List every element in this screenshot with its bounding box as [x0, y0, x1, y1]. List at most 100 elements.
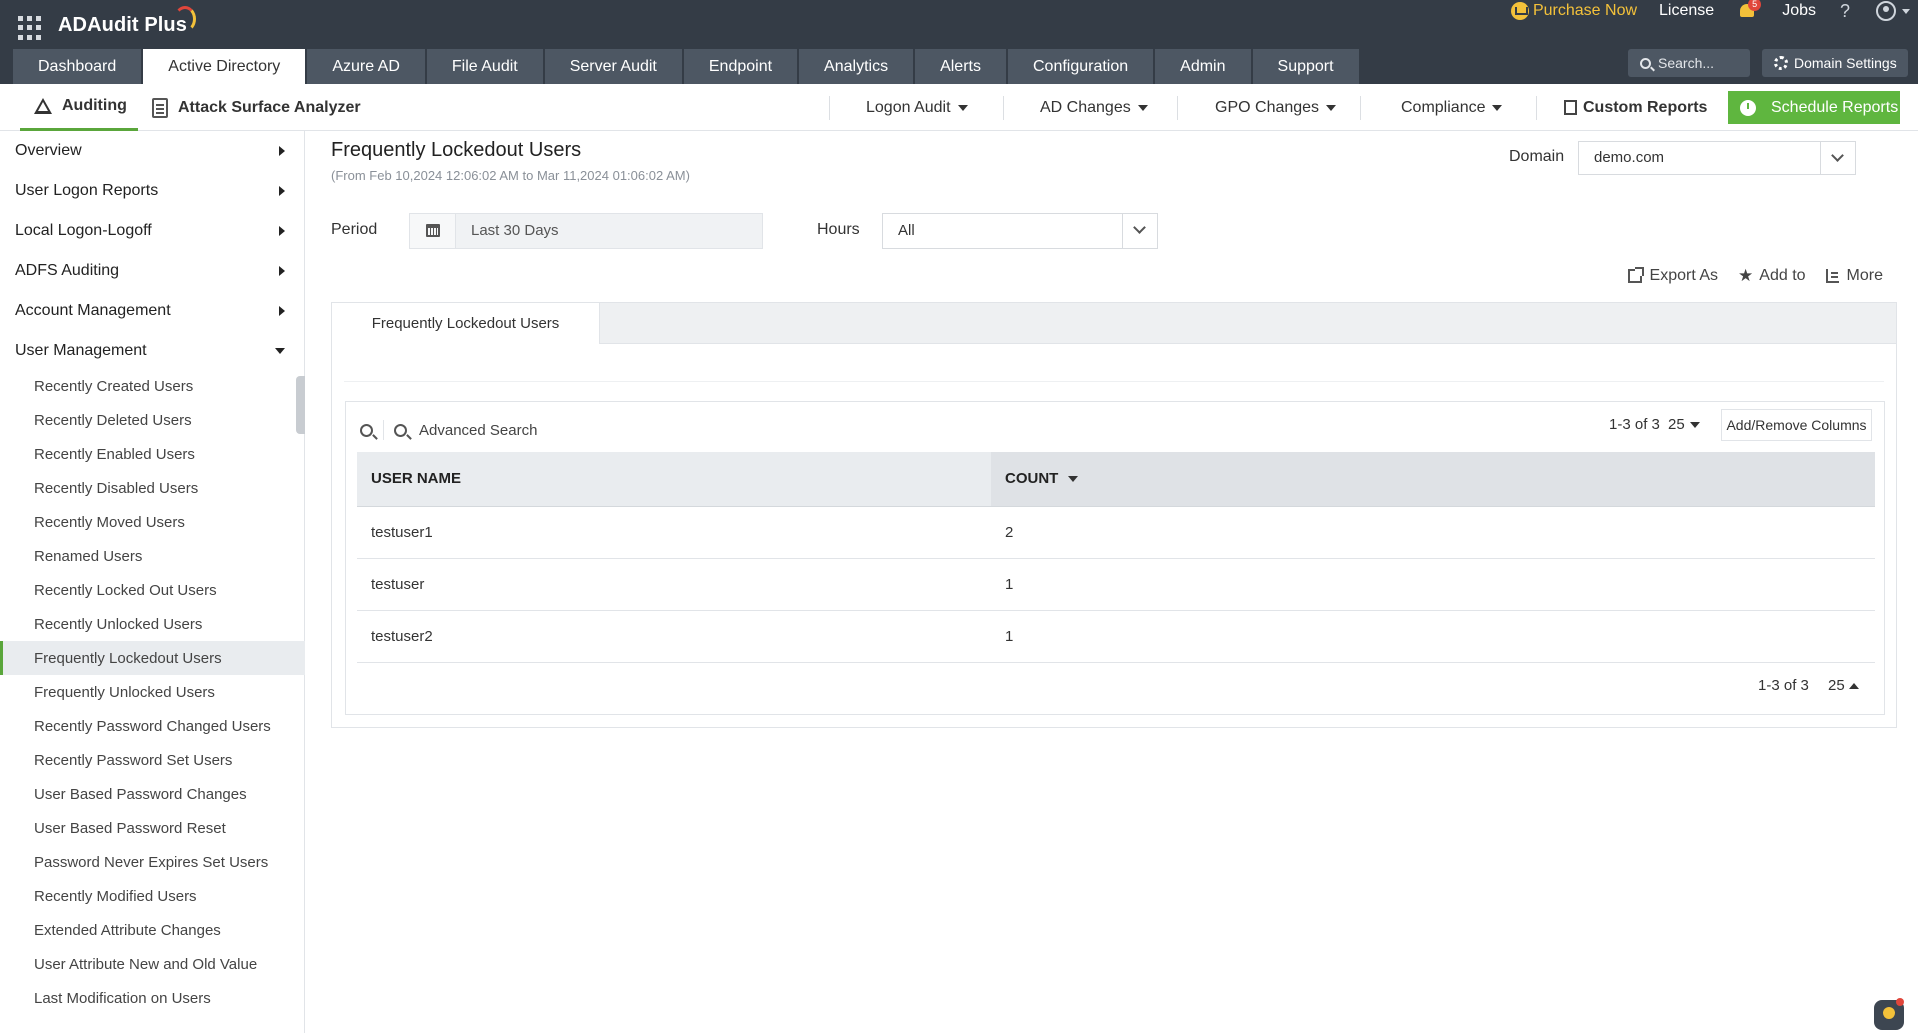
ad-changes-menu[interactable]: AD Changes	[1040, 84, 1148, 131]
custom-reports-button[interactable]: Custom Reports	[1564, 84, 1707, 131]
page-size-select-bottom[interactable]: 25	[1828, 677, 1859, 694]
notification-count-badge: 5	[1748, 0, 1762, 11]
app-logo: ADAudit Plus	[58, 14, 187, 36]
domain-select[interactable]: demo.com	[1578, 141, 1856, 175]
schedule-reports-button[interactable]: Schedule Reports	[1728, 91, 1900, 124]
help-icon[interactable]: ?	[1840, 1, 1850, 22]
sidebar-item-recently-password-changed-users[interactable]: Recently Password Changed Users	[0, 709, 305, 743]
tab-alerts[interactable]: Alerts	[915, 49, 1006, 84]
subnav-attack-surface-tab[interactable]: Attack Surface Analyzer	[152, 84, 361, 131]
tab-frequently-lockedout-users[interactable]: Frequently Lockedout Users	[332, 303, 600, 344]
top-header: ADAudit Plus Purchase Now License 5 Jobs…	[0, 0, 1918, 84]
sub-navigation: Auditing Attack Surface Analyzer Logon A…	[0, 84, 1918, 131]
sidebar-section-account-management[interactable]: Account Management	[0, 291, 305, 331]
tab-support[interactable]: Support	[1252, 49, 1359, 84]
period-picker[interactable]: Last 30 Days	[409, 213, 763, 249]
column-header-user-name[interactable]: USER NAME	[357, 452, 991, 507]
column-header-count[interactable]: COUNT	[991, 452, 1875, 507]
tab-file-audit[interactable]: File Audit	[426, 49, 543, 84]
gpo-changes-menu[interactable]: GPO Changes	[1215, 84, 1337, 131]
more-button[interactable]: More	[1825, 267, 1883, 285]
purchase-now-link[interactable]: Purchase Now	[1510, 2, 1637, 20]
cell-user-name: testuser1	[357, 506, 991, 559]
cell-count: 1	[991, 558, 1875, 611]
star-icon: ★	[1738, 266, 1754, 285]
custom-reports-label: Custom Reports	[1583, 98, 1708, 116]
sidebar-collapse-handle[interactable]	[296, 376, 305, 434]
license-link[interactable]: License	[1659, 2, 1714, 20]
sidebar-item-user-based-password-changes[interactable]: User Based Password Changes	[0, 777, 305, 811]
sidebar-item-password-never-expires-set-users[interactable]: Password Never Expires Set Users	[0, 845, 305, 879]
add-to-button[interactable]: ★ Add to	[1738, 266, 1806, 286]
tab-endpoint[interactable]: Endpoint	[683, 49, 798, 84]
chat-support-icon[interactable]	[1874, 998, 1904, 1030]
hours-select-value: All	[898, 222, 915, 239]
table-row[interactable]: testuser2 1	[357, 610, 1875, 663]
tab-admin[interactable]: Admin	[1155, 49, 1251, 84]
clock-icon	[1740, 99, 1756, 116]
sidebar-item-renamed-users[interactable]: Renamed Users	[0, 539, 305, 573]
sidebar-item-recently-created-users[interactable]: Recently Created Users	[0, 369, 305, 403]
tab-configuration[interactable]: Configuration	[1007, 49, 1154, 84]
sidebar-section-overview[interactable]: Overview	[0, 131, 305, 171]
hours-label: Hours	[817, 221, 860, 238]
chevron-down-icon[interactable]	[1122, 214, 1157, 248]
page-size-select[interactable]: 25	[1668, 416, 1700, 433]
advanced-search-icon[interactable]	[394, 423, 407, 437]
chevron-down-icon	[1492, 104, 1503, 111]
chevron-right-icon	[279, 266, 285, 276]
domain-settings-button[interactable]: Domain Settings	[1762, 49, 1908, 77]
app-launcher-icon[interactable]	[18, 16, 42, 40]
chevron-up-icon	[1848, 682, 1859, 689]
sidebar-item-recently-password-set-users[interactable]: Recently Password Set Users	[0, 743, 305, 777]
sidebar-section-user-logon-reports[interactable]: User Logon Reports	[0, 171, 305, 211]
calendar-icon[interactable]	[410, 214, 456, 248]
sidebar-section-adfs-auditing[interactable]: ADFS Auditing	[0, 251, 305, 291]
export-as-button[interactable]: Export As	[1627, 267, 1718, 285]
tab-dashboard[interactable]: Dashboard	[13, 49, 142, 84]
chevron-down-icon	[957, 104, 968, 111]
main-tabs: Dashboard Active Directory Azure AD File…	[13, 49, 1361, 84]
sidebar-item-user-attribute-new-and-old-value[interactable]: User Attribute New and Old Value	[0, 947, 305, 981]
add-to-label: Add to	[1759, 267, 1806, 284]
table-row[interactable]: testuser 1	[357, 558, 1875, 611]
divider	[344, 381, 1884, 382]
tab-active-directory[interactable]: Active Directory	[143, 49, 306, 84]
user-menu-chevron-icon[interactable]	[1902, 8, 1910, 14]
advanced-search-link[interactable]: Advanced Search	[419, 422, 537, 439]
sidebar-item-frequently-lockedout-users[interactable]: Frequently Lockedout Users	[0, 641, 305, 675]
sidebar-item-recently-locked-out-users[interactable]: Recently Locked Out Users	[0, 573, 305, 607]
notifications-bell-icon[interactable]: 5	[1738, 0, 1762, 20]
tab-server-audit[interactable]: Server Audit	[544, 49, 682, 84]
sidebar-item-recently-disabled-users[interactable]: Recently Disabled Users	[0, 471, 305, 505]
subnav-auditing-tab[interactable]: Auditing	[20, 84, 138, 131]
sidebar-item-recently-deleted-users[interactable]: Recently Deleted Users	[0, 403, 305, 437]
add-remove-columns-button[interactable]: Add/Remove Columns	[1721, 409, 1872, 441]
tab-azure-ad[interactable]: Azure AD	[307, 49, 425, 84]
page-size-value: 25	[1828, 677, 1845, 694]
global-search-input[interactable]: Search...	[1628, 49, 1750, 77]
compliance-menu[interactable]: Compliance	[1401, 84, 1503, 131]
table-row[interactable]: testuser1 2	[357, 506, 1875, 559]
sidebar-item-user-based-password-reset[interactable]: User Based Password Reset	[0, 811, 305, 845]
logon-audit-menu[interactable]: Logon Audit	[866, 84, 968, 131]
sidebar-section-user-management[interactable]: User Management	[0, 331, 305, 371]
sidebar-item-recently-modified-users[interactable]: Recently Modified Users	[0, 879, 305, 913]
sidebar-item-recently-moved-users[interactable]: Recently Moved Users	[0, 505, 305, 539]
sidebar-section-local-logon-logoff[interactable]: Local Logon-Logoff	[0, 211, 305, 251]
chevron-down-icon	[1137, 104, 1148, 111]
search-icon[interactable]	[360, 423, 373, 437]
sidebar-item-frequently-unlocked-users[interactable]: Frequently Unlocked Users	[0, 675, 305, 709]
tab-analytics[interactable]: Analytics	[799, 49, 914, 84]
hours-select[interactable]: All	[882, 213, 1158, 249]
sidebar-item-last-modification-on-users[interactable]: Last Modification on Users	[0, 981, 305, 1015]
chevron-right-icon	[279, 226, 285, 236]
chevron-down-icon	[1689, 421, 1700, 428]
user-account-icon[interactable]	[1876, 1, 1896, 21]
global-search-placeholder: Search...	[1658, 55, 1715, 71]
sidebar-item-recently-enabled-users[interactable]: Recently Enabled Users	[0, 437, 305, 471]
chevron-down-icon[interactable]	[1820, 142, 1855, 174]
sidebar-item-recently-unlocked-users[interactable]: Recently Unlocked Users	[0, 607, 305, 641]
sidebar-item-extended-attribute-changes[interactable]: Extended Attribute Changes	[0, 913, 305, 947]
jobs-link[interactable]: Jobs	[1782, 2, 1816, 20]
